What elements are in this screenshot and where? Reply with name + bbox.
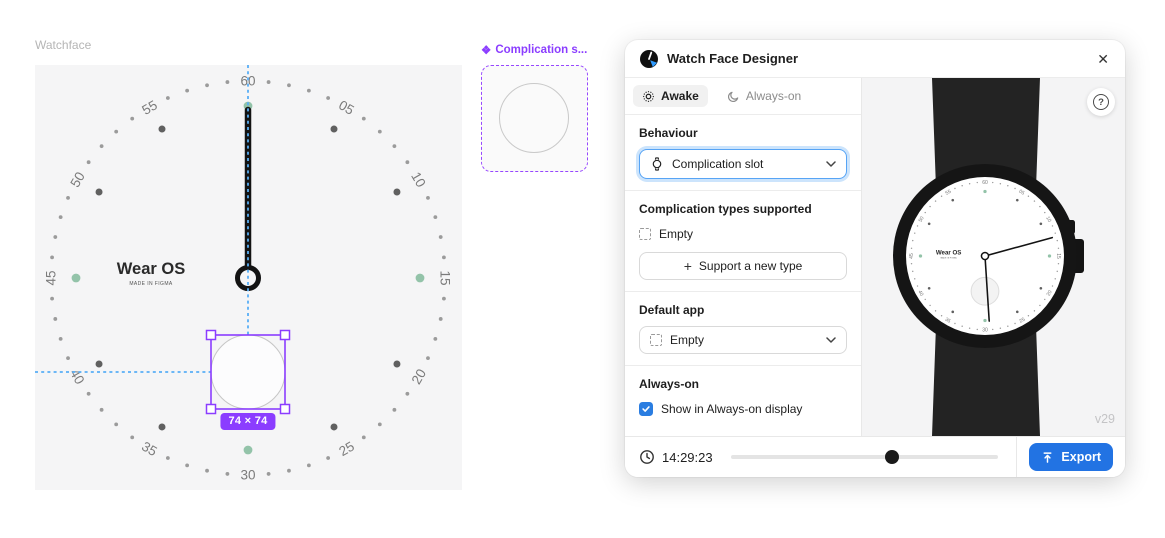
tab-always-on[interactable]: Always-on xyxy=(718,85,810,107)
support-new-type-button[interactable]: + Support a new type xyxy=(639,252,847,280)
slider-track[interactable] xyxy=(731,455,999,459)
behaviour-select[interactable]: Complication slot xyxy=(639,149,847,179)
behaviour-value: Complication slot xyxy=(672,157,763,171)
always-on-section: Always-on Show in Always-on display xyxy=(625,366,861,427)
watch-render: 051015202530354045505560Wear OSMADE IN F… xyxy=(862,78,1124,436)
svg-text:45: 45 xyxy=(909,253,915,259)
svg-text:30: 30 xyxy=(982,328,988,334)
clock-icon xyxy=(639,449,655,465)
empty-app-icon xyxy=(650,334,662,346)
plugin-logo-icon xyxy=(639,49,659,69)
hand-center-dot xyxy=(981,252,988,259)
watch-icon xyxy=(650,157,664,171)
selection-size-badge: 74 × 74 xyxy=(220,413,275,430)
svg-text:30: 30 xyxy=(240,468,255,483)
selection-handle[interactable] xyxy=(207,331,216,340)
sun-icon xyxy=(642,90,655,103)
dialog-header: Watch Face Designer ✕ xyxy=(625,40,1125,78)
always-on-checkbox[interactable] xyxy=(639,402,653,416)
complication-type-item-label: Empty xyxy=(659,227,693,241)
settings-column: Awake Always-on Behaviour Complication xyxy=(625,78,862,436)
dialog-title: Watch Face Designer xyxy=(667,51,798,66)
svg-text:15: 15 xyxy=(437,270,452,285)
component-label-text: Complication s... xyxy=(495,44,587,56)
svg-text:10: 10 xyxy=(408,169,429,190)
alignment-guides xyxy=(35,65,248,372)
svg-text:05: 05 xyxy=(336,97,357,118)
time-readout: 14:29:23 xyxy=(639,449,713,465)
svg-text:25: 25 xyxy=(336,439,357,460)
svg-text:35: 35 xyxy=(139,439,160,460)
time-text: 14:29:23 xyxy=(662,450,713,465)
close-icon[interactable]: ✕ xyxy=(1095,50,1111,68)
svg-text:Wear OS: Wear OS xyxy=(936,250,962,257)
chevron-down-icon xyxy=(826,337,836,343)
complication-types-section: Complication types supported Empty + Sup… xyxy=(625,191,861,292)
export-icon xyxy=(1041,451,1054,464)
default-app-select[interactable]: Empty xyxy=(639,326,847,354)
mode-tabs: Awake Always-on xyxy=(625,78,861,115)
export-area: Export xyxy=(1017,443,1125,471)
support-new-type-label: Support a new type xyxy=(699,259,802,273)
default-app-label: Default app xyxy=(639,303,847,317)
svg-text:15: 15 xyxy=(1055,253,1061,259)
behaviour-label: Behaviour xyxy=(639,126,847,140)
always-on-checkbox-label[interactable]: Show in Always-on display xyxy=(661,402,802,416)
default-app-value: Empty xyxy=(670,333,704,347)
svg-text:MADE IN FIGMA: MADE IN FIGMA xyxy=(129,281,173,287)
complication-types-label: Complication types supported xyxy=(639,202,847,216)
svg-text:Wear OS: Wear OS xyxy=(117,260,185,278)
svg-text:MADE IN FIGMA: MADE IN FIGMA xyxy=(941,257,958,260)
export-label: Export xyxy=(1061,450,1101,464)
component-thumbnail[interactable] xyxy=(481,65,588,172)
watchface-canvas[interactable]: 051015202530354045505560Wear OSMADE IN F… xyxy=(35,65,462,490)
slider-thumb[interactable] xyxy=(885,450,899,464)
svg-text:40: 40 xyxy=(67,366,88,387)
canvas-frame-label: Watchface xyxy=(35,38,91,52)
svg-text:45: 45 xyxy=(44,270,59,285)
moon-icon xyxy=(727,90,740,103)
dialog-footer: 14:29:23 Export xyxy=(625,436,1125,477)
version-label: v29 xyxy=(1095,412,1115,426)
dialog-body: Awake Always-on Behaviour Complication xyxy=(625,78,1125,436)
question-icon: ? xyxy=(1093,94,1109,110)
tab-awake-label: Awake xyxy=(661,89,699,103)
time-slider[interactable] xyxy=(731,450,999,464)
tab-awake[interactable]: Awake xyxy=(633,85,708,107)
selection-handle[interactable] xyxy=(207,405,216,414)
help-button[interactable]: ? xyxy=(1087,88,1115,116)
svg-text:55: 55 xyxy=(139,97,160,118)
complication-type-item: Empty xyxy=(639,227,847,241)
always-on-label: Always-on xyxy=(639,377,847,391)
svg-text:60: 60 xyxy=(982,180,988,186)
plus-icon: + xyxy=(684,259,692,273)
default-app-section: Default app Empty xyxy=(625,292,861,366)
empty-slot-icon xyxy=(639,228,651,240)
tab-always-on-label: Always-on xyxy=(746,89,801,103)
check-icon xyxy=(641,404,651,414)
component-slot-circle xyxy=(499,83,569,153)
svg-text:20: 20 xyxy=(409,366,430,387)
selection-handle[interactable] xyxy=(281,405,290,414)
chevron-down-icon xyxy=(826,161,836,167)
svg-text:50: 50 xyxy=(67,169,88,190)
behaviour-section: Behaviour Complication slot xyxy=(625,115,861,191)
watch-face-designer-dialog: Watch Face Designer ✕ Awake xyxy=(625,40,1125,477)
component-diamond-icon: ❖ xyxy=(481,43,491,57)
component-label[interactable]: ❖ Complication s... xyxy=(481,43,591,57)
export-button[interactable]: Export xyxy=(1029,443,1113,471)
watch-preview: 051015202530354045505560Wear OSMADE IN F… xyxy=(862,78,1125,436)
selection-handle[interactable] xyxy=(281,331,290,340)
always-on-row: Show in Always-on display xyxy=(639,402,847,416)
